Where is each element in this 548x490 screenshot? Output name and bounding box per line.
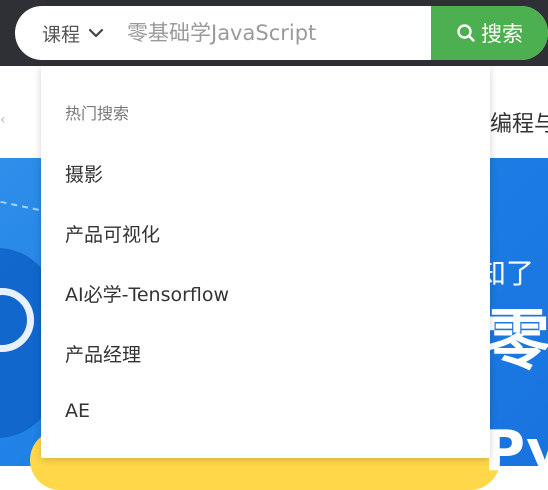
nav-item-partial[interactable]: 编程与 <box>490 106 548 138</box>
hot-search-item[interactable]: 摄影 <box>65 160 103 187</box>
chevron-down-icon <box>88 28 104 38</box>
category-label: 课程 <box>42 23 81 46</box>
search-button[interactable]: 搜索 <box>431 6 548 60</box>
search-icon <box>457 24 475 42</box>
search-button-label: 搜索 <box>481 22 523 46</box>
banner-text-line2: 零 <box>484 302 548 379</box>
hot-search-item[interactable]: AE <box>65 400 90 422</box>
hot-search-item[interactable]: 产品经理 <box>65 340 141 367</box>
banner-text-line3: Py <box>484 419 548 484</box>
search-input[interactable] <box>127 6 427 60</box>
hot-search-item[interactable]: AI必学-Tensorflow <box>65 280 229 307</box>
category-dropdown[interactable]: 课程 <box>42 6 104 60</box>
hot-search-title: 热门搜索 <box>65 104 130 123</box>
hot-search-dropdown: 热门搜索 摄影 产品可视化 AI必学-Tensorflow 产品经理 AE <box>41 66 490 458</box>
hot-search-item[interactable]: 产品可视化 <box>65 220 160 247</box>
search-bar: 课程 搜索 <box>15 6 548 60</box>
chevron-left-icon[interactable]: ‹ <box>0 112 8 128</box>
